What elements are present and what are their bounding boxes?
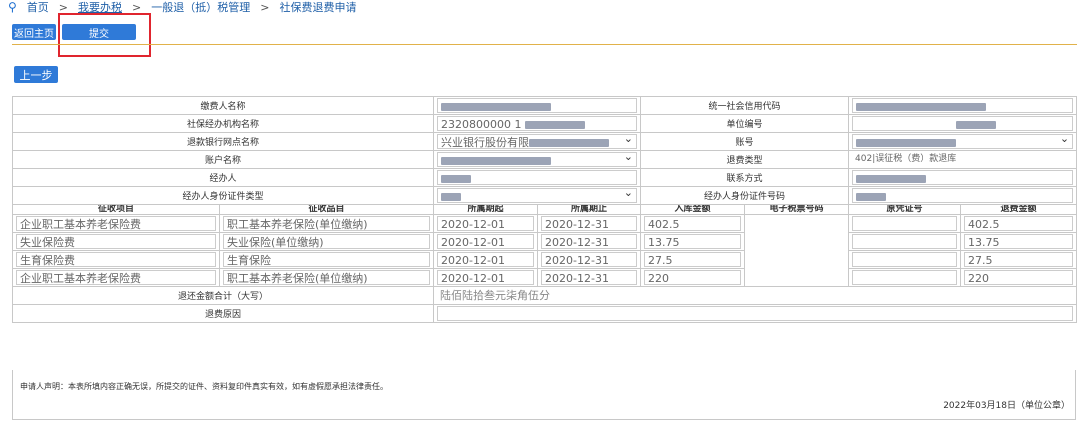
handler-id-type-label: 经办人身份证件类型 [11, 186, 435, 205]
period-start-field[interactable]: 2020-12-01 [437, 234, 535, 249]
payer-name-field[interactable] [437, 98, 638, 113]
levy-subitem-field[interactable]: 职工基本养老保险(单位缴纳) [223, 216, 431, 231]
back-home-button[interactable]: 返回主页 [12, 24, 56, 40]
prev-step-button[interactable]: 上一步 [14, 66, 58, 83]
table-row: 企业职工基本养老保险费 职工基本养老保险(单位缴纳) 2020-12-01 20… [12, 214, 1078, 287]
refund-amount-field[interactable]: 27.5 [964, 252, 1074, 267]
agency-name-label: 社保经办机构名称 [11, 114, 435, 133]
voucher-field[interactable] [852, 270, 958, 285]
breadcrumb: ⚲ 首页 > 我要办税 > 一般退（抵）税管理 > 社保费退费申请 [8, 0, 356, 14]
header-refund-amount: 退费金额 [960, 204, 1078, 215]
declaration-box [12, 370, 1076, 420]
refund-type-value: 402|误征税（费）款退库 [852, 152, 1074, 167]
period-start-field[interactable]: 2020-12-01 [437, 270, 535, 285]
header-period-start: 所属期起 [433, 204, 539, 215]
breadcrumb-home[interactable]: 首页 [27, 0, 49, 15]
period-start-field[interactable]: 2020-12-01 [437, 216, 535, 231]
header-original-voucher: 原凭证号 [848, 204, 962, 215]
reason-label: 退费原因 [11, 304, 435, 323]
contact-field[interactable] [852, 170, 1074, 185]
levy-subitem-field[interactable]: 职工基本养老保险(单位缴纳) [223, 270, 431, 285]
breadcrumb-separator: > [58, 0, 69, 14]
period-end-field[interactable]: 2020-12-31 [541, 252, 638, 267]
date-text: 2022年03月18日（单位公章） [943, 401, 1070, 411]
reason-field[interactable] [437, 306, 1074, 321]
refund-amount-field[interactable]: 13.75 [964, 234, 1074, 249]
table-row: 生育保险费 生育保险 2020-12-01 2020-12-31 27.5 27… [12, 250, 1078, 269]
amount-field[interactable]: 220 [644, 270, 742, 285]
header-levy-item: 征收项目 [12, 204, 220, 215]
voucher-field[interactable] [852, 234, 958, 249]
period-end-field[interactable]: 2020-12-31 [541, 216, 638, 231]
location-pin-icon: ⚲ [8, 0, 17, 14]
refund-amount-field[interactable]: 402.5 [964, 216, 1074, 231]
amount-field[interactable]: 13.75 [644, 234, 742, 249]
levy-subitem-field[interactable]: 生育保险 [223, 252, 431, 267]
levy-subitem-field[interactable]: 失业保险(单位缴纳) [223, 234, 431, 249]
handler-label: 经办人 [11, 168, 435, 187]
account-name-select[interactable] [437, 152, 638, 167]
highlight-box [58, 13, 151, 57]
credit-code-label: 统一社会信用代码 [640, 96, 850, 115]
divider [12, 44, 1077, 45]
unit-no-field[interactable] [852, 116, 1074, 131]
header-levy-subitem: 征收品目 [218, 204, 435, 215]
amount-field[interactable]: 402.5 [644, 216, 742, 231]
handler-id-type-select[interactable] [437, 188, 638, 203]
header-amount: 入库金额 [640, 204, 746, 215]
refund-bank-value: 兴业银行股份有限 [441, 136, 530, 149]
header-e-ticket: 电子税票号码 [744, 204, 850, 215]
total-label: 退还金额合计（大写） [11, 286, 435, 305]
voucher-field[interactable] [852, 216, 958, 231]
unit-no-label: 单位编号 [640, 114, 850, 133]
period-end-field[interactable]: 2020-12-31 [541, 270, 638, 285]
contact-label: 联系方式 [640, 168, 850, 187]
amount-field[interactable]: 27.5 [644, 252, 742, 267]
breadcrumb-refund-management[interactable]: 一般退（抵）税管理 [151, 0, 250, 15]
agency-name-value: 2320800000 1 [441, 118, 522, 131]
refund-type-label: 退费类型 [640, 150, 850, 169]
refund-form: 缴费人名称 统一社会信用代码 社保经办机构名称 2320800000 1 单位编… [11, 96, 1078, 323]
total-value: 陆佰陆拾叁元柒角伍分 [437, 288, 1074, 303]
refund-bank-select[interactable]: 兴业银行股份有限 [437, 134, 638, 149]
refund-amount-field[interactable]: 220 [964, 270, 1074, 285]
breadcrumb-separator: > [132, 0, 142, 14]
period-end-field[interactable]: 2020-12-31 [541, 234, 638, 249]
handler-id-no-field[interactable] [852, 188, 1074, 203]
levy-item-field[interactable]: 企业职工基本养老保险费 [16, 216, 216, 231]
voucher-field[interactable] [852, 252, 958, 267]
breadcrumb-separator: > [260, 0, 270, 14]
credit-code-field[interactable] [852, 98, 1074, 113]
levy-item-field[interactable]: 失业保险费 [16, 234, 216, 249]
levy-item-field[interactable]: 企业职工基本养老保险费 [16, 270, 216, 285]
account-name-label: 账户名称 [11, 150, 435, 169]
refund-bank-label: 退款银行网点名称 [11, 132, 435, 151]
handler-field[interactable] [437, 170, 638, 185]
account-no-select[interactable] [852, 134, 1074, 149]
account-no-label: 账号 [640, 132, 850, 151]
payer-name-label: 缴费人名称 [11, 96, 435, 115]
levy-item-field[interactable]: 生育保险费 [16, 252, 216, 267]
agency-name-field[interactable]: 2320800000 1 [437, 116, 638, 131]
e-ticket-cell [744, 214, 850, 287]
breadcrumb-current: 社保费退费申请 [279, 1, 357, 14]
table-row: 失业保险费 失业保险(单位缴纳) 2020-12-01 2020-12-31 1… [12, 232, 1078, 251]
declaration-text: 申请人声明：本表所填内容正确无误，所提交的证件、资料复印件真实有效，如有虚假愿承… [20, 382, 388, 391]
handler-id-no-label: 经办人身份证件号码 [640, 186, 850, 205]
table-row: 企业职工基本养老保险费 职工基本养老保险(单位缴纳) 2020-12-01 20… [12, 268, 1078, 287]
period-start-field[interactable]: 2020-12-01 [437, 252, 535, 267]
header-period-end: 所属期止 [537, 204, 642, 215]
